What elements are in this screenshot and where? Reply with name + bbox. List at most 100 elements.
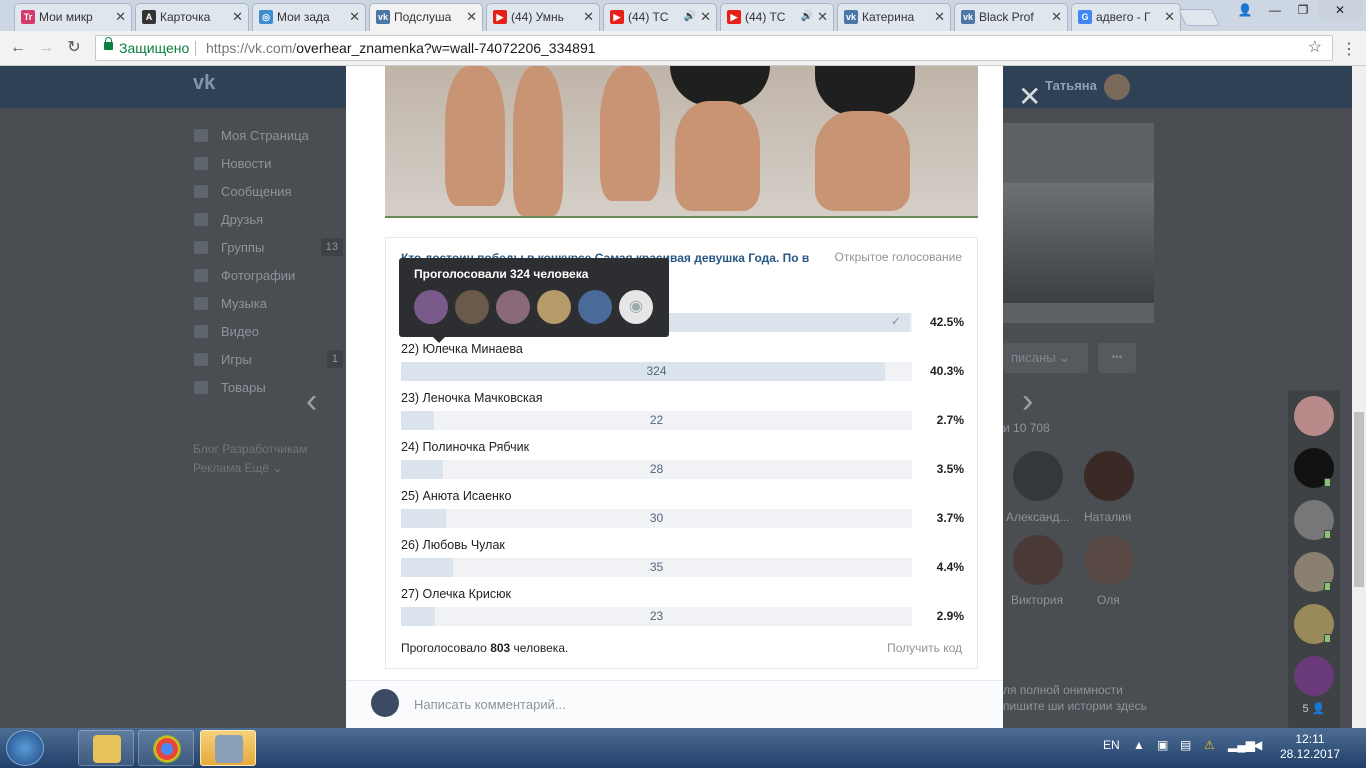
comment-input[interactable]: Написать комментарий... (414, 697, 566, 712)
friend-name[interactable]: Оля (1097, 593, 1120, 607)
avatar[interactable] (1294, 396, 1334, 436)
avatar[interactable] (1294, 656, 1334, 696)
poll-option[interactable]: 23) Леночка Мачковская 22 2.7% (401, 391, 964, 436)
scrollbar-thumb[interactable] (1354, 412, 1364, 587)
sidebar-item[interactable]: Фотографии (193, 266, 343, 294)
tab-close-icon[interactable]: ✕ (232, 4, 243, 30)
tooltip-title[interactable]: Проголосовали 324 человека (414, 267, 588, 281)
volume-icon[interactable]: ◀ (1253, 738, 1262, 752)
vk-logo[interactable]: vk (193, 72, 215, 95)
option-bar[interactable]: 28 (401, 460, 912, 479)
poll-option[interactable]: 27) Олечка Крисюк 23 2.9% (401, 587, 964, 632)
prev-arrow-icon[interactable]: ‹ (306, 382, 317, 421)
language-indicator[interactable]: EN (1103, 738, 1120, 752)
warning-icon[interactable]: ⚠ (1204, 738, 1215, 752)
avatar[interactable] (455, 290, 489, 324)
user-icon[interactable]: 👤 (1232, 0, 1258, 20)
minimize-button[interactable]: — (1262, 0, 1288, 20)
tab-close-icon[interactable]: ✕ (349, 4, 360, 30)
explorer-button[interactable] (78, 730, 134, 766)
tab-close-icon[interactable]: ✕ (934, 4, 945, 30)
signal-icon[interactable]: ▂▄▆ (1228, 738, 1255, 752)
avatar[interactable] (1013, 451, 1063, 501)
subscribed-button[interactable]: писаны ⌄ (1003, 343, 1088, 373)
browser-tab[interactable]: ◎ Мои зада ✕ (252, 3, 366, 31)
new-tab-button[interactable] (1178, 9, 1220, 26)
browser-tab[interactable]: Tr Мои микр ✕ (14, 3, 132, 31)
clock[interactable]: 12:11 28.12.2017 (1280, 732, 1340, 762)
window-close-button[interactable]: ✕ (1318, 0, 1362, 20)
avatar[interactable] (1084, 451, 1134, 501)
audio-icon[interactable]: 🔊 (801, 4, 813, 30)
sidebar-item[interactable]: Новости (193, 154, 343, 182)
avatar[interactable] (414, 290, 448, 324)
browser-tab[interactable]: vk Black Prof ✕ (954, 3, 1068, 31)
chrome-button[interactable] (138, 730, 194, 766)
browser-tab[interactable]: vk Подслуша ✕ (369, 3, 483, 31)
avatar[interactable] (1084, 535, 1134, 585)
audio-icon[interactable]: 🔊 (684, 4, 696, 30)
chrome-menu-icon[interactable]: ⋮ (1341, 39, 1357, 59)
browser-tab[interactable]: ▶ (44) Умнь ✕ (486, 3, 600, 31)
avatar[interactable] (578, 290, 612, 324)
poll-option[interactable]: 24) Полиночка Рябчик 28 3.5% (401, 440, 964, 485)
followers-count[interactable]: и 10 708 (1003, 421, 1050, 435)
forward-icon[interactable]: → (36, 37, 56, 59)
sidebar-item[interactable]: Сообщения (193, 182, 343, 210)
option-bar[interactable]: 22 (401, 411, 912, 430)
avatar[interactable] (537, 290, 571, 324)
calculator-button[interactable] (200, 730, 256, 766)
tab-close-icon[interactable]: ✕ (1051, 4, 1062, 30)
user-name[interactable]: Татьяна (1045, 78, 1097, 93)
start-button[interactable] (6, 730, 44, 766)
avatar[interactable] (1013, 535, 1063, 585)
url-input[interactable]: Защищено https://vk.com/overhear_znamenk… (95, 35, 1333, 61)
bookmark-star-icon[interactable]: ☆ (1308, 36, 1322, 60)
option-bar[interactable]: 35 (401, 558, 912, 577)
browser-tab[interactable]: ▶ 🔊 (44) TC ✕ (603, 3, 717, 31)
avatar[interactable] (1104, 74, 1130, 100)
tab-close-icon[interactable]: ✕ (700, 4, 711, 30)
reload-icon[interactable]: ↻ (64, 37, 84, 59)
sidebar-item[interactable]: Видео (193, 322, 343, 350)
footer-links-2[interactable]: Реклама Ещё ⌄ (193, 459, 307, 478)
friend-name[interactable]: Виктория (1011, 593, 1063, 607)
sidebar-item[interactable]: Группы 13 (193, 238, 343, 266)
browser-tab[interactable]: vk Катерина ✕ (837, 3, 951, 31)
option-bar[interactable]: 324 (401, 362, 912, 381)
get-code-link[interactable]: Получить код (887, 641, 962, 655)
back-icon[interactable]: ← (8, 37, 28, 59)
close-icon[interactable]: ✕ (1018, 80, 1041, 113)
poll-option[interactable]: 22) Юлечка Минаева 324 40.3% (401, 342, 964, 387)
tab-close-icon[interactable]: ✕ (1164, 4, 1175, 30)
browser-tab[interactable]: ▶ 🔊 (44) TC ✕ (720, 3, 834, 31)
poll-option[interactable]: 26) Любовь Чулак 35 4.4% (401, 538, 964, 583)
friend-name[interactable]: Наталия (1084, 510, 1131, 524)
sidebar-item[interactable]: Товары (193, 378, 343, 406)
scrollbar[interactable] (1352, 66, 1366, 728)
option-bar[interactable]: 30 (401, 509, 912, 528)
tray-app-icon[interactable]: ▣ (1157, 738, 1168, 752)
tab-close-icon[interactable]: ✕ (115, 4, 126, 30)
sidebar-item[interactable]: Музыка (193, 294, 343, 322)
avatar[interactable] (496, 290, 530, 324)
sidebar-item[interactable]: Друзья (193, 210, 343, 238)
tab-close-icon[interactable]: ✕ (817, 4, 828, 30)
more-button[interactable]: ••• (1098, 343, 1136, 373)
friend-name[interactable]: Александ... (1006, 510, 1069, 524)
poll-option[interactable]: 25) Анюта Исаенко 30 3.7% (401, 489, 964, 534)
browser-tab[interactable]: Gадвего - Г ✕ (1071, 3, 1181, 31)
tab-close-icon[interactable]: ✕ (466, 4, 477, 30)
sidebar-item[interactable]: Моя Страница (193, 126, 343, 154)
maximize-button[interactable]: ❐ (1290, 0, 1316, 20)
camera-icon[interactable]: ◉ (619, 290, 653, 324)
option-bar[interactable]: 23 (401, 607, 912, 626)
post-photo[interactable] (385, 66, 978, 218)
footer-links-1[interactable]: Блог Разработчикам (193, 440, 307, 459)
chat-count[interactable]: 5 👤 (1288, 702, 1340, 715)
next-arrow-icon[interactable]: › (1022, 382, 1033, 421)
tray-clipboard-icon[interactable]: ▤ (1180, 738, 1191, 752)
tab-close-icon[interactable]: ✕ (583, 4, 594, 30)
sidebar-item[interactable]: Игры 1 (193, 350, 343, 378)
tray-expand-icon[interactable]: ▲ (1133, 738, 1145, 752)
